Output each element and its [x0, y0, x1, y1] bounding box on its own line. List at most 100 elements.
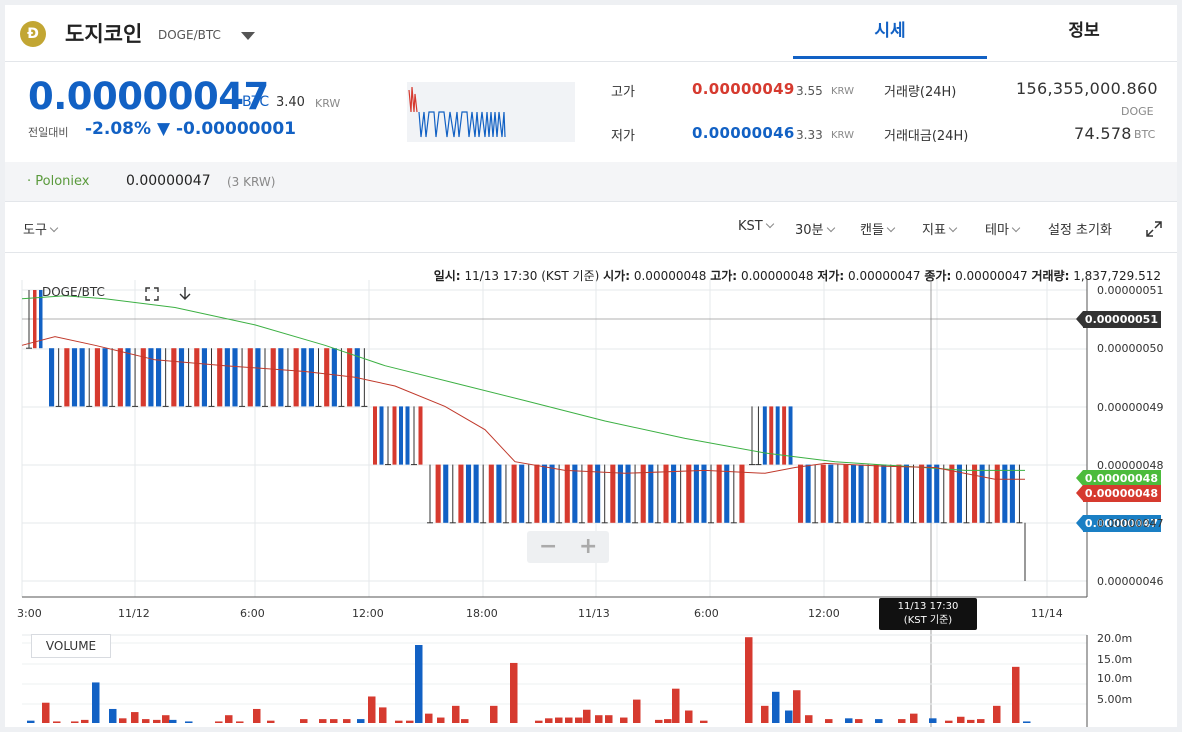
x-axis-tick-label: 3:00 — [17, 607, 42, 620]
y-axis-tick-label: 0.00000047 — [1097, 517, 1164, 530]
price-tag: 0.00000051 — [1076, 311, 1161, 328]
volume-bar-down — [109, 708, 117, 723]
theme-menu[interactable]: 테마 — [985, 219, 1021, 238]
volume-bar-up — [461, 719, 469, 723]
low-label: 저가 — [611, 129, 635, 144]
candle-down — [473, 464, 479, 523]
candle-down — [443, 464, 449, 523]
x-axis-tick-label: 11/13 — [578, 607, 610, 620]
coin-name: 도지코인 — [65, 22, 143, 46]
candle-down — [1002, 464, 1008, 523]
volume-24h-value: 156,355,000.860 — [1016, 79, 1158, 98]
volume-bar-up — [153, 719, 161, 723]
candle-down — [934, 464, 940, 523]
pair-dropdown-icon[interactable] — [241, 32, 255, 40]
y-axis-tick-label: 0.00000051 — [1097, 284, 1164, 297]
candle-down — [71, 348, 78, 407]
change-rate: -2.08% — [85, 119, 152, 139]
tab-info[interactable]: 정보 — [987, 5, 1177, 59]
candle-up — [769, 406, 774, 465]
y-axis-tick-label: 0.00000046 — [1097, 575, 1164, 588]
interval-label: 30분 — [795, 223, 824, 238]
chevron-down-icon — [1011, 223, 1021, 233]
tab-price[interactable]: 시세 — [793, 5, 987, 59]
candle-up — [610, 464, 616, 523]
candle-down — [49, 348, 55, 407]
chevron-down-icon — [886, 223, 896, 233]
exchange-name[interactable]: · Poloniex — [27, 174, 89, 189]
timezone-menu[interactable]: KST — [738, 219, 774, 234]
indicator-menu[interactable]: 지표 — [922, 219, 958, 238]
download-icon[interactable] — [178, 286, 192, 302]
candle-up — [949, 464, 955, 523]
candle-down — [693, 464, 699, 523]
volume-bar-down — [185, 721, 193, 723]
volume-24h-unit: DOGE — [1121, 105, 1154, 118]
candle-up — [663, 464, 669, 523]
candle-down — [178, 348, 185, 407]
y-axis-tick-label: 0.00000049 — [1097, 401, 1164, 414]
chart-fullscreen-icon[interactable] — [145, 287, 159, 301]
candle-down — [956, 464, 962, 523]
volume-bar-up — [1012, 666, 1020, 723]
zoom-in-button[interactable]: + — [579, 534, 597, 559]
candle-up — [798, 464, 804, 523]
volume-bar-up — [685, 710, 693, 723]
volume-bar-up — [898, 719, 906, 723]
reset-settings-button[interactable]: 설정 초기화 — [1048, 219, 1112, 238]
candle-up — [716, 464, 722, 523]
candle-down — [979, 464, 985, 523]
candle-down — [541, 464, 548, 523]
interval-menu[interactable]: 30분 — [795, 219, 835, 238]
volume-bar-up — [664, 719, 672, 723]
zoom-out-button[interactable]: − — [539, 534, 557, 559]
x-axis-tick-label: 12:00 — [352, 607, 384, 620]
candle-up — [488, 464, 494, 523]
volume-bar-up — [42, 702, 50, 723]
high-krw-unit: KRW — [831, 86, 854, 97]
dogecoin-logo-icon: Ð — [20, 21, 46, 47]
candle-up — [324, 348, 330, 407]
change-amount-value: -0.00000001 — [176, 119, 296, 139]
volume-bar-up — [379, 707, 387, 723]
indicator-label: 지표 — [922, 223, 946, 238]
price-krw: 3.40 — [276, 95, 305, 110]
candle-down — [399, 406, 403, 465]
chart-type-menu[interactable]: 캔들 — [860, 219, 896, 238]
volume-bar-up — [805, 715, 813, 723]
volume-bar-up — [53, 721, 61, 723]
volume-bar-up — [343, 719, 351, 723]
candle-down — [301, 348, 307, 407]
candle-up — [293, 348, 299, 407]
chevron-down-icon — [49, 223, 59, 233]
candlestick-chart[interactable] — [5, 275, 1177, 727]
volume-bar-up — [267, 720, 275, 723]
candle-down — [701, 464, 707, 523]
candle-up — [640, 464, 646, 523]
candle-down — [1009, 464, 1015, 523]
x-axis-tick-label: 6:00 — [240, 607, 265, 620]
volume-bar-up — [620, 717, 628, 723]
candle-down — [549, 464, 555, 523]
fullscreen-icon[interactable] — [1146, 221, 1162, 237]
volume-bar-up — [945, 720, 953, 723]
candle-up — [873, 464, 879, 523]
candle-up — [686, 464, 692, 523]
y-axis-tick-label: 0.00000050 — [1097, 342, 1164, 355]
timezone-label: KST — [738, 219, 763, 234]
volume-bar-up — [131, 712, 139, 723]
price-unit: BTC — [242, 94, 270, 110]
chevron-down-icon — [826, 223, 835, 233]
volume-axis-tick-label: 5.00m — [1097, 693, 1133, 706]
coin-pair[interactable]: DOGE/BTC — [158, 28, 221, 42]
volume-bar-up — [490, 705, 498, 723]
candle-down — [519, 464, 525, 523]
candle-up — [171, 348, 177, 407]
candle-down — [379, 406, 384, 465]
volume-bar-down — [845, 718, 853, 723]
chevron-down-icon — [948, 223, 958, 233]
volume-axis-tick-label: 15.0m — [1097, 653, 1133, 666]
volume-bar-up — [545, 718, 553, 723]
tools-menu[interactable]: 도구 — [23, 219, 59, 238]
zoom-control: − + — [527, 531, 609, 563]
